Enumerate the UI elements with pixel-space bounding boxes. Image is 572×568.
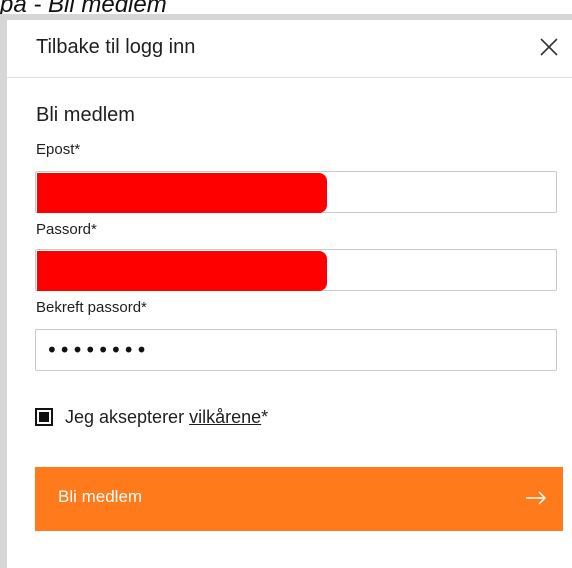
panel-header: Tilbake til logg inn xyxy=(7,20,572,78)
form-title: Bli medlem xyxy=(36,104,135,126)
terms-label: Jeg aksepterer vilkårene* xyxy=(65,407,268,428)
confirm-password-label: Bekreft passord* xyxy=(36,299,147,316)
join-button[interactable]: Bli medlem xyxy=(35,467,563,531)
email-label: Epost* xyxy=(36,141,81,158)
close-icon[interactable] xyxy=(536,34,562,60)
email-redaction xyxy=(37,173,327,213)
password-label: Passord* xyxy=(36,221,97,238)
password-field[interactable] xyxy=(35,249,557,291)
signup-panel: Tilbake til logg inn Bli medlem Epost* P… xyxy=(7,20,572,568)
terms-prefix: Jeg aksepterer xyxy=(65,407,190,427)
join-button-label: Bli medlem xyxy=(58,487,143,506)
confirm-password-field[interactable]: •••••••• xyxy=(35,329,557,371)
terms-suffix: * xyxy=(261,407,269,427)
terms-checkbox[interactable] xyxy=(35,408,53,426)
arrow-right-icon xyxy=(526,491,547,505)
confirm-password-value: •••••••• xyxy=(46,338,149,362)
password-redaction xyxy=(37,251,327,291)
email-field[interactable] xyxy=(35,171,557,213)
back-to-login-link[interactable]: Tilbake til logg inn xyxy=(36,36,195,59)
terms-link[interactable]: vilkårene xyxy=(189,407,261,427)
